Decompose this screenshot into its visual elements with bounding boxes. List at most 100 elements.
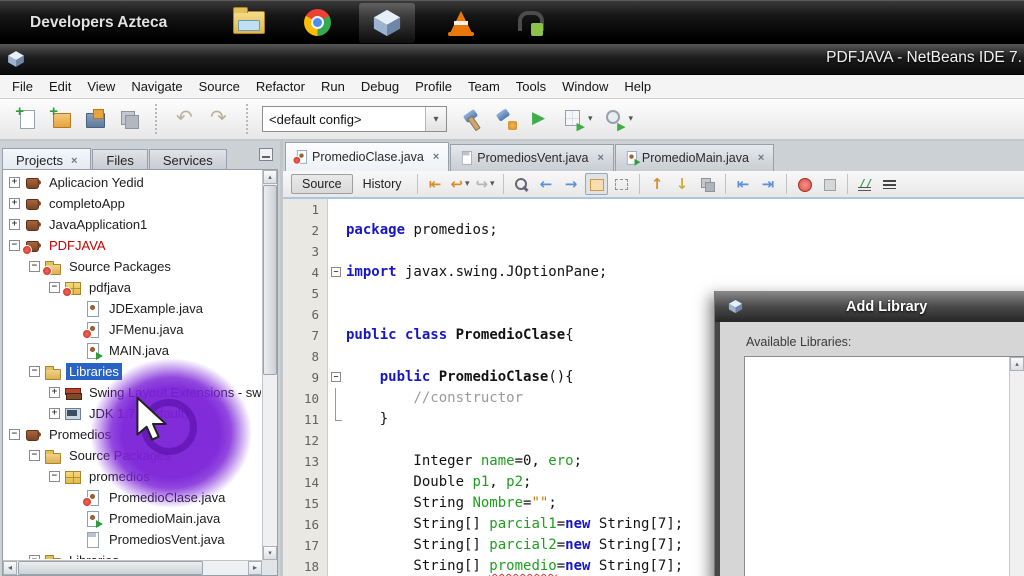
collapse-minus-icon[interactable]: − <box>9 429 20 440</box>
forward-button[interactable]: ↪▾ <box>474 173 497 195</box>
undo-button[interactable] <box>172 105 200 133</box>
profile-button[interactable]: ▾ <box>601 105 636 133</box>
record-macro-button[interactable] <box>793 173 816 195</box>
menu-profile[interactable]: Profile <box>407 75 460 98</box>
close-icon[interactable]: × <box>758 152 764 164</box>
menu-navigate[interactable]: Navigate <box>123 75 190 98</box>
menu-run[interactable]: Run <box>313 75 353 98</box>
tree-item[interactable]: +JDK 1.7 (Default) <box>3 403 261 424</box>
expand-plus-icon[interactable]: + <box>49 387 60 398</box>
scrollbar-thumb[interactable] <box>18 561 203 575</box>
new-project-button[interactable] <box>47 105 75 133</box>
expand-plus-icon[interactable]: + <box>49 408 60 419</box>
back-button[interactable]: ↩▾ <box>449 173 472 195</box>
tree-horizontal-scrollbar[interactable]: ◂ ▸ <box>3 560 262 575</box>
editor-tab[interactable]: PromedioClase.java× <box>285 142 449 171</box>
fold-column[interactable] <box>327 556 346 576</box>
tree-item[interactable]: MAIN.java <box>3 340 261 361</box>
toggle-highlight-button[interactable] <box>585 173 608 195</box>
collapse-minus-icon[interactable]: − <box>49 471 60 482</box>
save-all-button[interactable] <box>115 105 143 133</box>
menu-tools[interactable]: Tools <box>508 75 554 98</box>
tree-item[interactable]: +Swing Layout Extensions - sw <box>3 382 261 403</box>
tree-item[interactable]: +completoApp <box>3 193 261 214</box>
fold-collapse-icon[interactable]: − <box>331 267 341 277</box>
fold-column[interactable] <box>327 472 346 493</box>
fold-column[interactable] <box>327 241 346 262</box>
tree-item[interactable]: +Aplicacion Yedid <box>3 172 261 193</box>
fold-column[interactable] <box>327 325 346 346</box>
shift-right-button[interactable]: ⇥ <box>757 173 780 195</box>
history-view-button[interactable]: History <box>353 174 412 194</box>
tree-item[interactable]: −Libraries <box>3 550 261 559</box>
collapse-minus-icon[interactable]: − <box>29 261 40 272</box>
menu-help[interactable]: Help <box>616 75 659 98</box>
minimize-panel-button[interactable] <box>259 148 273 161</box>
rectangular-selection-button[interactable] <box>610 173 633 195</box>
chevron-down-icon[interactable]: ▾ <box>588 114 593 124</box>
collapse-minus-icon[interactable]: − <box>29 555 40 559</box>
vlc-launcher[interactable] <box>441 3 481 43</box>
tree-item[interactable]: PromedioMain.java <box>3 508 261 529</box>
toggle-bookmark-button[interactable] <box>696 173 719 195</box>
tree-item[interactable]: −pdfjava <box>3 277 261 298</box>
menu-source[interactable]: Source <box>191 75 248 98</box>
menu-edit[interactable]: Edit <box>41 75 79 98</box>
fold-column[interactable] <box>327 304 346 325</box>
fold-column[interactable] <box>327 388 346 409</box>
last-edit-button[interactable]: ⇤ <box>424 173 447 195</box>
close-icon[interactable]: × <box>433 151 439 163</box>
uncomment-button[interactable] <box>879 173 902 195</box>
tree-item[interactable]: −promedios <box>3 466 261 487</box>
new-file-button[interactable] <box>13 105 41 133</box>
expand-plus-icon[interactable]: + <box>9 198 20 209</box>
redo-button[interactable] <box>206 105 234 133</box>
stop-macro-button[interactable] <box>818 173 841 195</box>
menu-debug[interactable]: Debug <box>353 75 407 98</box>
tree-item[interactable]: −Promedios <box>3 424 261 445</box>
scroll-up-icon[interactable]: ▴ <box>263 170 277 184</box>
chevron-down-icon[interactable]: ▾ <box>490 179 495 189</box>
next-occurrence-button[interactable]: ↓ <box>671 173 694 195</box>
editor-tab[interactable]: PromediosVent.java× <box>450 144 614 171</box>
source-view-button[interactable]: Source <box>291 174 353 194</box>
scroll-down-icon[interactable]: ▾ <box>263 546 277 560</box>
find-next-button[interactable]: → <box>560 173 583 195</box>
find-previous-button[interactable]: ← <box>535 173 558 195</box>
menu-refactor[interactable]: Refactor <box>248 75 313 98</box>
tree-item[interactable]: PromedioClase.java <box>3 487 261 508</box>
fold-column[interactable] <box>327 430 346 451</box>
fold-column[interactable] <box>327 346 346 367</box>
collapse-minus-icon[interactable]: − <box>49 282 60 293</box>
run-button[interactable] <box>526 105 554 133</box>
dialog-titlebar[interactable]: Add Library <box>715 291 1024 322</box>
tree-item[interactable]: −PDFJAVA <box>3 235 261 256</box>
open-project-button[interactable] <box>81 105 109 133</box>
tree-item[interactable]: JDExample.java <box>3 298 261 319</box>
find-button[interactable] <box>510 173 533 195</box>
scrollbar-thumb[interactable] <box>263 185 277 375</box>
tree-item[interactable]: −Source Packages <box>3 445 261 466</box>
chevron-down-icon[interactable]: ▾ <box>629 114 634 124</box>
fold-column[interactable] <box>327 283 346 304</box>
fold-column[interactable] <box>327 409 346 430</box>
config-select[interactable]: <default config>▾ <box>262 106 447 132</box>
collapse-minus-icon[interactable]: − <box>9 240 20 251</box>
close-icon[interactable]: × <box>71 155 77 167</box>
editor-tab[interactable]: PromedioMain.java× <box>615 144 774 171</box>
fold-collapse-icon[interactable]: − <box>331 372 341 382</box>
fold-column[interactable] <box>327 199 346 220</box>
menu-window[interactable]: Window <box>554 75 616 98</box>
scroll-up-icon[interactable]: ▴ <box>1010 357 1024 371</box>
menu-view[interactable]: View <box>79 75 123 98</box>
collapse-minus-icon[interactable]: − <box>29 450 40 461</box>
tree-vertical-scrollbar[interactable]: ▴ ▾ <box>262 170 277 560</box>
available-libraries-list[interactable]: ▴ <box>744 356 1024 576</box>
tree-item[interactable]: PromediosVent.java <box>3 529 261 550</box>
fold-column[interactable] <box>327 220 346 241</box>
shift-left-button[interactable]: ⇤ <box>732 173 755 195</box>
tree-item[interactable]: −Libraries <box>3 361 261 382</box>
close-icon[interactable]: × <box>597 152 603 164</box>
scroll-left-icon[interactable]: ◂ <box>3 561 17 575</box>
menu-team[interactable]: Team <box>460 75 508 98</box>
